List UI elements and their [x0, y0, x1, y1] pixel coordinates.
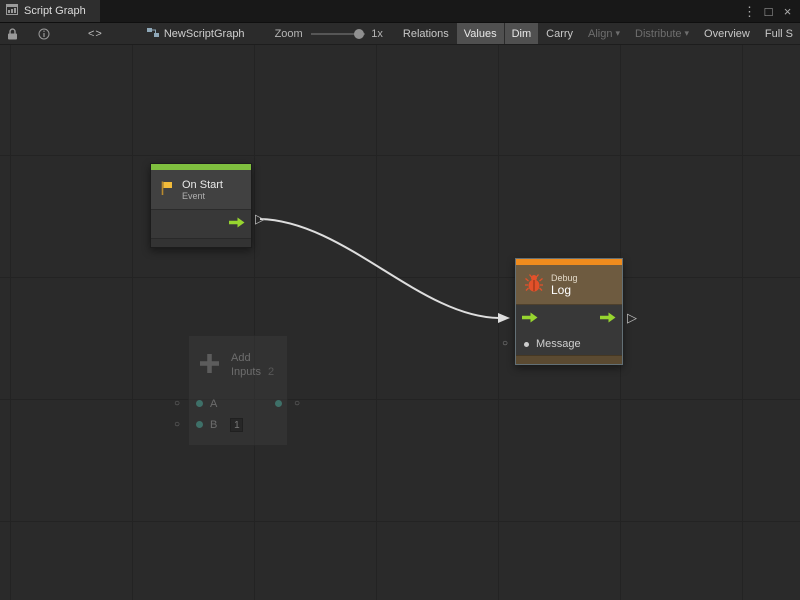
toolbar-button-group: Relations Values Dim Carry Align ▾ Distr…: [395, 23, 800, 44]
debug-log-footer: [516, 355, 622, 364]
on-start-output-triangle-icon[interactable]: ▷: [255, 212, 265, 225]
debug-log-flow-row: [516, 305, 622, 333]
relations-button[interactable]: Relations: [396, 23, 456, 44]
value-port-b-dot[interactable]: [196, 421, 203, 428]
zoom-slider-knob[interactable]: [354, 29, 364, 39]
node-on-start[interactable]: On Start Event: [150, 163, 252, 248]
on-start-title: On Start: [182, 179, 223, 191]
graph-canvas[interactable]: On Start Event ▷: [0, 45, 800, 600]
align-label: Align: [588, 28, 612, 40]
align-button[interactable]: Align ▾: [581, 23, 627, 44]
output-connect-circle-icon[interactable]: ○: [294, 399, 300, 409]
wire-onstart-to-log[interactable]: [260, 219, 499, 318]
port-b-connect-circle-icon[interactable]: ○: [174, 420, 180, 430]
overview-button[interactable]: Overview: [697, 23, 757, 44]
code-icon[interactable]: <>: [84, 23, 107, 44]
graph-breadcrumb[interactable]: NewScriptGraph: [147, 26, 245, 41]
values-button[interactable]: Values: [457, 23, 504, 44]
wire-arrowhead-icon: [498, 313, 510, 323]
add-inputs-count: 2: [268, 366, 274, 378]
flow-input-port[interactable]: [522, 312, 538, 326]
script-graph-window: Script Graph ⋮ □ × <> NewScriptGraph Zoo…: [0, 0, 800, 600]
tab-script-graph[interactable]: Script Graph: [0, 0, 100, 22]
close-icon[interactable]: ×: [780, 5, 795, 18]
message-input-circle-icon[interactable]: ○: [502, 339, 508, 349]
info-icon[interactable]: [34, 23, 54, 44]
titlebar: Script Graph ⋮ □ ×: [0, 0, 800, 22]
fullscreen-button[interactable]: Full S: [758, 23, 800, 44]
port-a-label: A: [210, 398, 217, 410]
chevron-down-icon: ▾: [685, 28, 690, 39]
chevron-down-icon: ▾: [616, 28, 621, 39]
port-row-b: B 1: [189, 414, 287, 435]
add-inputs-footer: [189, 435, 287, 445]
script-graph-icon: [6, 4, 18, 18]
debug-log-title: Log: [551, 283, 578, 297]
dim-button[interactable]: Dim: [505, 23, 539, 44]
message-port-label: Message: [536, 338, 581, 350]
on-start-footer: [151, 238, 251, 247]
on-start-flow-row: [151, 210, 251, 238]
add-inputs-header: Add Inputs 2: [189, 336, 287, 393]
debug-log-output-triangle-icon[interactable]: ▷: [627, 311, 637, 324]
carry-button[interactable]: Carry: [539, 23, 580, 44]
maximize-icon[interactable]: □: [761, 5, 776, 18]
add-inputs-title-line1: Add: [231, 351, 274, 365]
message-port-dot[interactable]: [524, 342, 529, 347]
port-b-label: B: [210, 419, 217, 431]
port-row-a: A: [189, 393, 287, 414]
node-add-inputs-ghost[interactable]: Add Inputs 2 A B 1: [188, 335, 288, 446]
message-port-row: Message: [516, 333, 622, 355]
zoom-label: Zoom: [275, 28, 303, 40]
graph-icon: [147, 26, 159, 41]
debug-log-header: Debug Log: [516, 265, 622, 305]
connection-wire-layer: [0, 45, 800, 600]
value-port-a-dot[interactable]: [196, 400, 203, 407]
value-output-dot[interactable]: [275, 400, 282, 407]
lock-icon[interactable]: [3, 23, 22, 44]
node-debug-log[interactable]: Debug Log Message: [515, 258, 623, 365]
flow-output-port[interactable]: [600, 312, 616, 326]
on-start-subtitle: Event: [182, 191, 223, 201]
graph-name: NewScriptGraph: [164, 28, 245, 40]
distribute-button[interactable]: Distribute ▾: [628, 23, 696, 44]
port-b-value-field[interactable]: 1: [230, 418, 243, 432]
zoom-slider[interactable]: [311, 28, 366, 40]
port-a-connect-circle-icon[interactable]: ○: [174, 399, 180, 409]
debug-log-category: Debug: [551, 273, 578, 283]
window-controls: ⋮ □ ×: [742, 0, 800, 22]
add-inputs-title-line2: Inputs: [231, 366, 261, 378]
zoom-value: 1x: [371, 28, 383, 40]
distribute-label: Distribute: [635, 28, 681, 40]
bug-icon: [524, 273, 544, 296]
on-start-header: On Start Event: [151, 170, 251, 210]
flag-icon: [159, 180, 175, 199]
tab-title: Script Graph: [24, 5, 86, 17]
graph-toolbar: <> NewScriptGraph Zoom 1x Relations Valu…: [0, 22, 800, 45]
menu-icon[interactable]: ⋮: [742, 5, 757, 18]
plus-icon: [197, 351, 222, 379]
flow-output-port[interactable]: [229, 217, 245, 231]
